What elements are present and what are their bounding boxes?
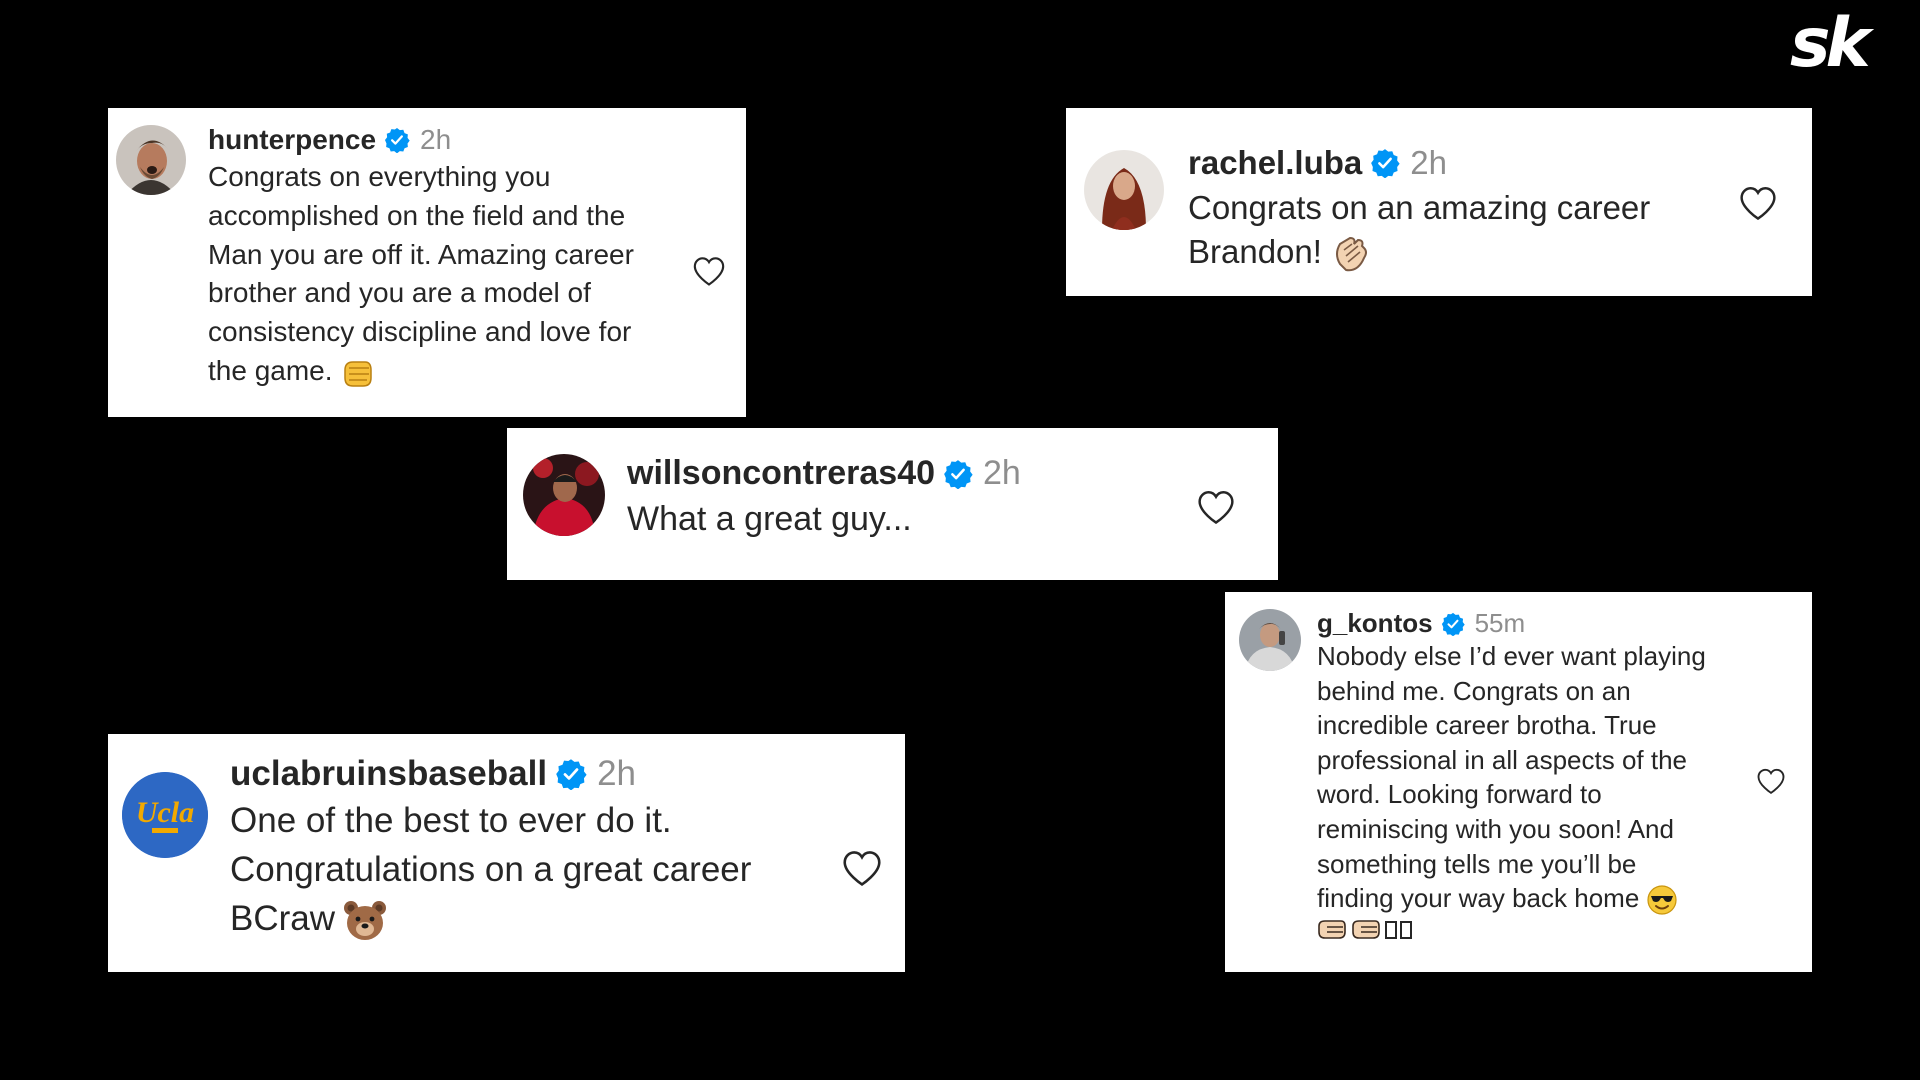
comment-line: Congrats on an amazing career [1188, 189, 1651, 226]
comment-body: uclabruinsbaseball 2h One of the best to… [230, 754, 841, 943]
comment-text: What a great guy... [627, 495, 1196, 543]
comment-text: Nobody else I’d ever want playing behind… [1317, 639, 1756, 942]
avatar[interactable] [1239, 609, 1301, 671]
comment-line: reminiscing with you soon! And [1317, 813, 1674, 844]
left-facing-fist-emoji [1351, 918, 1381, 942]
comment-body: hunterpence 2h Congrats on everything yo… [208, 124, 676, 391]
comment-card-rachel-luba: rachel.luba 2h Congrats on an amazing ca… [1066, 108, 1812, 296]
emoji-row [1317, 918, 1756, 942]
avatar[interactable] [1084, 150, 1164, 230]
comment-body: rachel.luba 2h Congrats on an amazing ca… [1188, 144, 1738, 274]
comment-line: behind me. Congrats on an [1317, 675, 1631, 706]
comment-text: Congrats on everything you accomplished … [208, 158, 676, 391]
ucla-logo-text: Ucla [136, 796, 194, 829]
comment-line: the game. [208, 352, 676, 391]
username[interactable]: willsoncontreras40 [627, 454, 935, 493]
verified-badge-icon [1370, 148, 1400, 178]
like-heart-icon[interactable] [841, 849, 883, 887]
comment-line: What a great guy... [627, 500, 912, 538]
username[interactable]: hunterpence [208, 124, 376, 156]
comment-line: Brandon! [1188, 230, 1738, 274]
comment-body: willsoncontreras40 2h What a great guy..… [627, 454, 1196, 543]
like-heart-icon[interactable] [1738, 185, 1778, 221]
comment-line: professional in all aspects of the [1317, 744, 1687, 775]
comment-card-g-kontos: g_kontos 55m Nobody else I’d ever want p… [1225, 592, 1812, 972]
comment-body: g_kontos 55m Nobody else I’d ever want p… [1317, 608, 1756, 942]
comment-card-hunterpence: hunterpence 2h Congrats on everything yo… [108, 108, 746, 417]
comment-card-uclabruinsbaseball: Ucla uclabruinsbaseball 2h One of the be… [108, 734, 905, 972]
comment-line: finding your way back home [1317, 881, 1756, 916]
smiling-face-with-sunglasses-emoji [1647, 885, 1677, 915]
comment-card-willsoncontreras40: willsoncontreras40 2h What a great guy..… [507, 428, 1278, 580]
sportskeeda-logo: sk [1790, 4, 1871, 83]
verified-badge-icon [943, 459, 973, 489]
timestamp[interactable]: 2h [983, 454, 1021, 493]
like-heart-icon[interactable] [1196, 489, 1236, 525]
like-heart-icon[interactable] [1756, 767, 1786, 795]
comment-line: consistency discipline and love for [208, 316, 632, 348]
timestamp[interactable]: 55m [1475, 608, 1526, 639]
comment-text: Congrats on an amazing career Brandon! [1188, 186, 1738, 274]
comment-line: Congratulations on a great career [230, 850, 752, 889]
verified-badge-icon [384, 127, 410, 153]
clapping-hands-emoji [1330, 234, 1370, 274]
avatar[interactable] [523, 454, 605, 536]
comment-line: incredible career brotha. True [1317, 710, 1657, 741]
username[interactable]: rachel.luba [1188, 144, 1362, 182]
comment-line: accomplished on the field and the [208, 199, 626, 231]
verified-badge-icon [1441, 612, 1465, 636]
comment-line: Nobody else I’d ever want playing [1317, 641, 1706, 671]
comment-text: One of the best to ever do it. Congratul… [230, 796, 841, 943]
username[interactable]: g_kontos [1317, 608, 1433, 639]
timestamp[interactable]: 2h [420, 124, 451, 156]
missing-glyph [1385, 920, 1397, 939]
timestamp[interactable]: 2h [1410, 144, 1447, 182]
bear-face-emoji [343, 900, 387, 942]
verified-badge-icon [555, 758, 587, 790]
avatar[interactable]: Ucla [122, 772, 208, 858]
comment-line: Man you are off it. Amazing career [208, 238, 634, 270]
comment-line: Congrats on everything you [208, 161, 551, 192]
like-heart-icon[interactable] [692, 255, 726, 287]
missing-glyph [1400, 920, 1412, 939]
comment-line: word. Looking forward to [1317, 779, 1602, 810]
avatar[interactable] [116, 125, 186, 195]
username[interactable]: uclabruinsbaseball [230, 754, 547, 794]
comment-line: brother and you are a model of [208, 277, 591, 309]
oncoming-fist-emoji [341, 358, 373, 388]
comment-line: BCraw [230, 894, 841, 943]
timestamp[interactable]: 2h [597, 754, 636, 794]
comment-line: One of the best to ever do it. [230, 801, 672, 840]
left-facing-fist-emoji [1317, 918, 1347, 942]
comment-line: something tells me you’ll be [1317, 848, 1637, 879]
